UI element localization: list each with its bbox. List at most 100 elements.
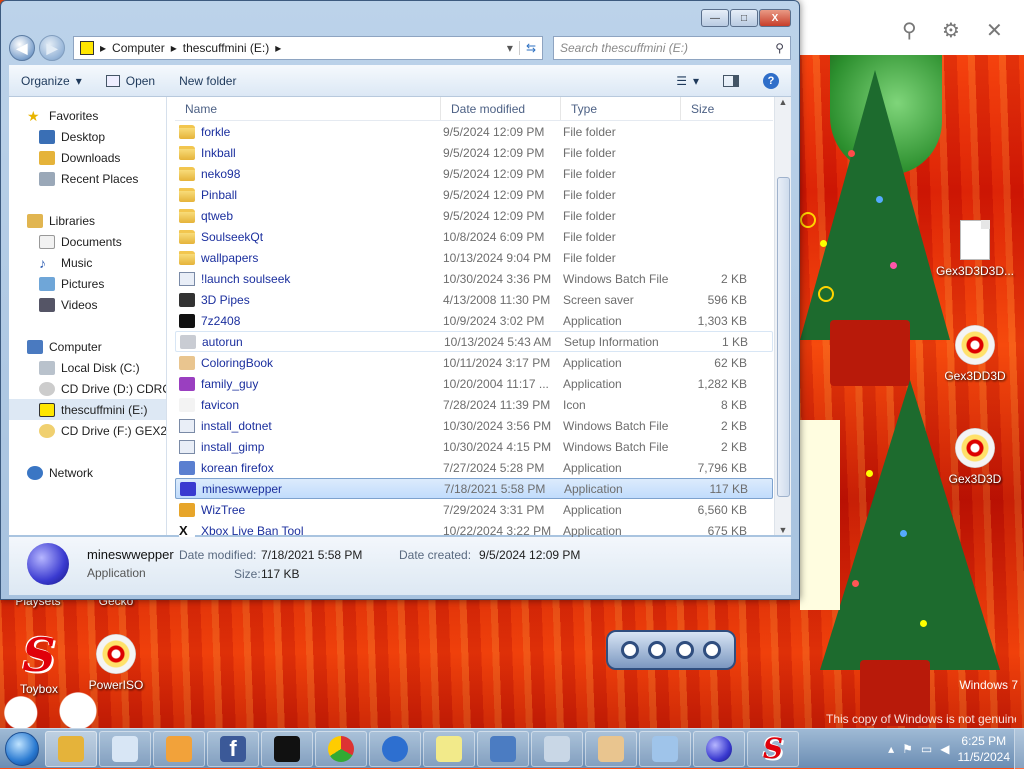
flag-icon[interactable]: ⚑ (902, 742, 913, 756)
nav-documents[interactable]: Documents (9, 231, 166, 252)
scroll-up-icon[interactable]: ▲ (775, 97, 791, 107)
taskbar-calculator[interactable] (531, 730, 583, 767)
file-row[interactable]: ColoringBook 10/11/2024 3:17 PM Applicatio… (175, 352, 773, 373)
taskbar-minesweeper[interactable] (693, 730, 745, 767)
nav-favorites[interactable]: ★ Favorites (9, 105, 166, 126)
file-row[interactable]: family_guy 10/20/2004 11:17 ... Applicatio… (175, 373, 773, 394)
address-bar[interactable]: ▸ Computer ▸ thescuffmini (E:) ▸ ▾ ⇆ (73, 36, 543, 60)
file-row[interactable]: neko98 9/5/2024 12:09 PM File folder (175, 163, 773, 184)
close-icon[interactable]: ✕ (986, 18, 1003, 42)
nav-computer[interactable]: Computer (9, 336, 166, 357)
chevron-right-icon[interactable]: ▸ (100, 41, 106, 55)
new-folder-button[interactable]: New folder (167, 74, 248, 88)
nav-cd-drive-f[interactable]: CD Drive (F:) GEX2_D (9, 420, 166, 441)
nav-desktop[interactable]: Desktop (9, 126, 166, 147)
taskbar-chrome[interactable] (315, 730, 367, 767)
file-row[interactable]: WizTree 7/29/2024 3:31 PM Application 6,560… (175, 499, 773, 520)
open-button[interactable]: Open (94, 74, 167, 88)
search-input[interactable]: Search thescuffmini (E:) ⚲ (553, 36, 791, 60)
taskbar-explorer[interactable] (45, 730, 97, 767)
file-row[interactable]: mineswwepper 7/18/2021 5:58 PM Application… (175, 478, 773, 499)
breadcrumb-drive[interactable]: thescuffmini (E:) (183, 41, 269, 55)
file-row[interactable]: 7z2408 10/9/2024 3:02 PM Application 1,303 … (175, 310, 773, 331)
nav-cd-drive-d[interactable]: CD Drive (D:) CDROM (9, 378, 166, 399)
explorer-window[interactable]: — □ X ◀ ▶ ▸ Computer ▸ thescuffmini (E:)… (0, 0, 800, 600)
taskbar-facebook[interactable]: f (207, 730, 259, 767)
gadget-panel[interactable] (606, 630, 736, 670)
breadcrumb-computer[interactable]: Computer (112, 41, 165, 55)
gear-icon[interactable]: ⚙ (942, 18, 960, 42)
chevron-right-icon[interactable]: ▸ (171, 41, 177, 55)
nav-music[interactable]: ♪ Music (9, 252, 166, 273)
nav-libraries[interactable]: Libraries (9, 210, 166, 231)
search-icon[interactable]: ⚲ (902, 18, 917, 42)
help-button[interactable]: ? (751, 72, 791, 89)
chevron-right-icon[interactable]: ▸ (275, 41, 281, 55)
nav-videos[interactable]: Videos (9, 294, 166, 315)
file-row[interactable]: favicon 7/28/2024 11:39 PM Icon 8 KB (175, 394, 773, 415)
nav-local-disk[interactable]: Local Disk (C:) (9, 357, 166, 378)
close-button[interactable]: X (759, 9, 791, 27)
start-button[interactable] (0, 729, 44, 769)
nav-network[interactable]: Network (9, 462, 166, 483)
file-date: 9/5/2024 12:09 PM (443, 145, 545, 160)
scroll-down-icon[interactable]: ▼ (775, 525, 791, 535)
desktop-icon-gex3[interactable]: Gex3D3D (930, 428, 1020, 486)
taskbar-paint-app[interactable] (585, 730, 637, 767)
file-row[interactable]: 3D Pipes 4/13/2008 11:30 PM Screen saver 59… (175, 289, 773, 310)
file-name: 7z2408 (201, 313, 241, 328)
minimize-button[interactable]: — (701, 9, 729, 27)
file-row[interactable]: wallpapers 10/13/2024 9:04 PM File folder (175, 247, 773, 268)
refresh-icon[interactable]: ⇆ (518, 41, 542, 55)
column-date[interactable]: Date modified (441, 97, 561, 120)
desktop-icon-poweriso[interactable]: PowerISO (74, 634, 158, 692)
file-date: 10/8/2024 6:09 PM (443, 229, 545, 244)
nav-thescuffmini[interactable]: thescuffmini (E:) (9, 399, 166, 420)
scrollbar-thumb[interactable] (777, 177, 790, 497)
file-row[interactable]: qtweb 9/5/2024 12:09 PM File folder (175, 205, 773, 226)
nav-pictures[interactable]: Pictures (9, 273, 166, 294)
file-row[interactable]: korean firefox 7/27/2024 5:28 PM Applicati… (175, 457, 773, 478)
volume-icon[interactable]: ◀ (940, 742, 949, 756)
facebook-icon: f (220, 735, 246, 762)
nav-downloads[interactable]: Downloads (9, 147, 166, 168)
chevron-down-icon[interactable]: ▾ (501, 41, 519, 55)
clock-date: 11/5/2024 (957, 750, 1011, 764)
taskbar-app-dark[interactable] (261, 730, 313, 767)
clock[interactable]: 6:25 PM 11/5/2024 (958, 733, 1011, 765)
forward-button[interactable]: ▶ (39, 35, 65, 61)
file-row[interactable]: !launch soulseek 10/30/2024 3:36 PM Window… (175, 268, 773, 289)
maximize-button[interactable]: □ (730, 9, 758, 27)
file-row[interactable]: install_gimp 10/30/2024 4:15 PM Windows Ba… (175, 436, 773, 457)
file-name: family_guy (201, 376, 259, 391)
vertical-scrollbar[interactable]: ▲ ▼ (774, 97, 791, 535)
back-button[interactable]: ◀ (9, 35, 35, 61)
view-options-button[interactable]: ☰ ▾ (664, 74, 711, 88)
show-desktop-button[interactable] (1014, 729, 1024, 769)
taskbar-paint[interactable] (99, 730, 151, 767)
desktop-icon-toybox[interactable]: S Toybox (0, 632, 78, 696)
file-row[interactable]: SoulseekQt 10/8/2024 6:09 PM File folder (175, 226, 773, 247)
column-name[interactable]: Name (175, 97, 441, 120)
desktop-icon-gex1[interactable]: Gex3D3D3D... (930, 220, 1020, 278)
organize-button[interactable]: Organize ▾ (9, 74, 94, 88)
desktop-icon-gex2[interactable]: Gex3DD3D (930, 325, 1020, 383)
column-size[interactable]: Size (681, 97, 761, 120)
network-icon[interactable]: ▭ (921, 742, 932, 756)
column-type[interactable]: Type (561, 97, 681, 120)
file-row[interactable]: autorun 10/13/2024 5:43 AM Setup Informati… (175, 331, 773, 352)
nav-recent-places[interactable]: Recent Places (9, 168, 166, 189)
taskbar-toybox[interactable]: S (747, 730, 799, 767)
hard-drive-icon (39, 360, 55, 375)
file-row[interactable]: forkle 9/5/2024 12:09 PM File folder (175, 121, 773, 142)
file-row[interactable]: Inkball 9/5/2024 12:09 PM File folder (175, 142, 773, 163)
taskbar-app-blue[interactable] (369, 730, 421, 767)
taskbar-sticky-notes[interactable] (423, 730, 475, 767)
taskbar-search-app[interactable] (639, 730, 691, 767)
file-row[interactable]: Pinball 9/5/2024 12:09 PM File folder (175, 184, 773, 205)
taskbar-media[interactable] (153, 730, 205, 767)
chevron-up-icon[interactable]: ▴ (888, 742, 894, 756)
preview-pane-button[interactable] (711, 74, 751, 87)
taskbar-remote[interactable] (477, 730, 529, 767)
file-row[interactable]: install_dotnet 10/30/2024 3:56 PM Windows … (175, 415, 773, 436)
